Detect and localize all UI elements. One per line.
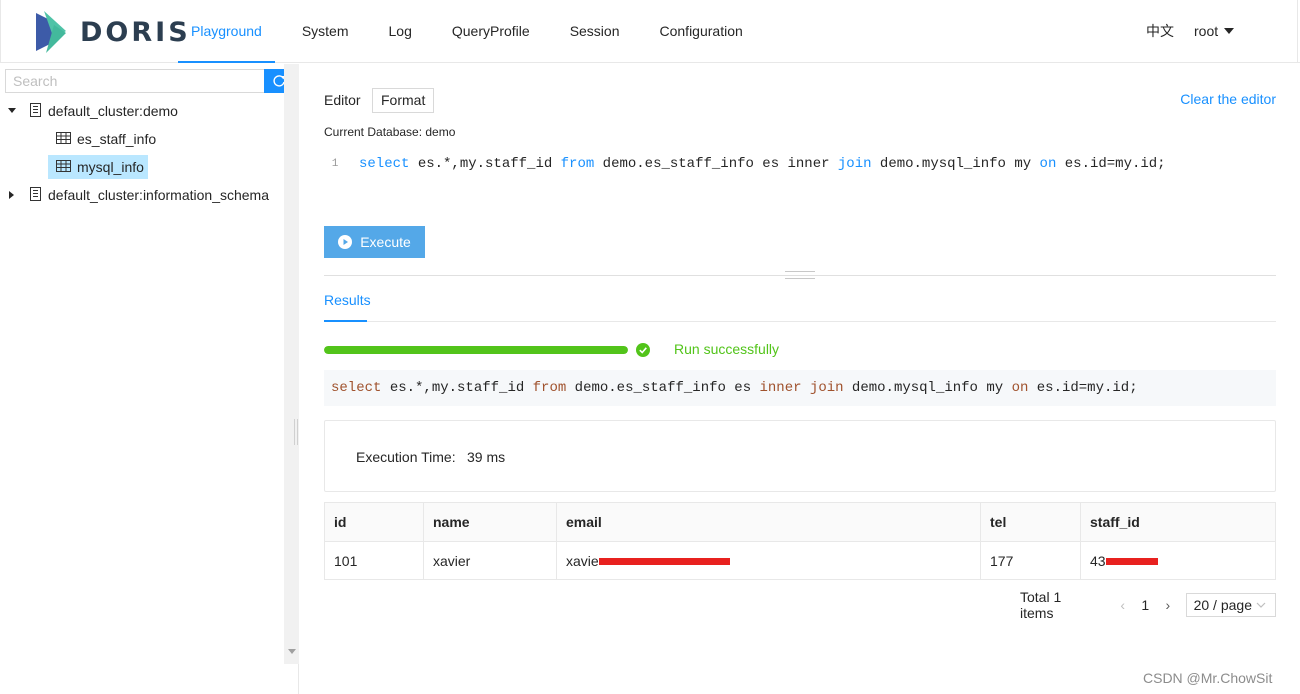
column-header[interactable]: id	[324, 502, 424, 542]
nav-playground[interactable]: Playground	[178, 0, 275, 63]
line-number: 1	[331, 158, 339, 170]
execution-time-value: 39 ms	[467, 449, 506, 465]
redaction-mark	[1105, 558, 1158, 566]
progress-bar	[324, 346, 628, 354]
scroll-down-icon[interactable]	[288, 649, 296, 654]
redaction-mark	[598, 558, 730, 566]
nav-session[interactable]: Session	[557, 0, 633, 63]
nav-system[interactable]: System	[289, 0, 362, 63]
nav-configuration[interactable]: Configuration	[647, 0, 756, 63]
search-input[interactable]	[5, 69, 264, 93]
progress-fill	[324, 346, 628, 354]
pane-splitter-handle[interactable]	[294, 419, 298, 445]
caret-down-icon[interactable]	[7, 97, 17, 125]
cell-staff-id: 43	[1080, 541, 1276, 580]
column-header[interactable]: tel	[980, 502, 1081, 542]
check-circle-icon	[636, 343, 650, 357]
email-visible-text: xavie	[566, 552, 599, 569]
clear-editor-link[interactable]: Clear the editor	[1180, 91, 1276, 107]
editor-label: Editor	[324, 92, 361, 108]
user-name: root	[1194, 23, 1219, 39]
staff-id-visible-text: 43	[1090, 552, 1106, 569]
page-size-select[interactable]: 20 / page	[1185, 593, 1277, 617]
search-bar	[5, 69, 294, 93]
caret-down-icon	[1224, 28, 1235, 34]
header-right-border	[1297, 0, 1298, 62]
tab-results[interactable]: Results	[324, 292, 371, 308]
doris-logo-icon	[36, 11, 66, 53]
sql-editor[interactable]: 1 select es.*,my.staff_id from demo.es_s…	[324, 156, 1166, 172]
cell-email: xavie	[556, 541, 981, 580]
nav-queryprofile[interactable]: QueryProfile	[439, 0, 543, 63]
sidebar: default_cluster:demo es_staff_info mysql…	[0, 64, 299, 694]
table-row: 101 xavier xavie 177 43	[324, 541, 1276, 580]
caret-right-icon[interactable]	[7, 181, 17, 209]
tab-ink-bar	[324, 320, 367, 322]
next-page-icon[interactable]: ›	[1158, 597, 1178, 613]
chevron-down-icon	[1256, 602, 1266, 608]
brand-name: DORIS	[80, 16, 191, 48]
table-icon	[56, 131, 71, 147]
watermark: CSDN @Mr.ChowSit	[1143, 670, 1273, 686]
resize-grip[interactable]	[785, 271, 815, 279]
execution-time-card: Execution Time: 39 ms	[324, 420, 1276, 492]
execution-time-label: Execution Time:	[356, 449, 456, 465]
play-circle-icon	[338, 235, 353, 249]
pagination-total: Total 1 items	[1020, 589, 1062, 621]
cell-tel: 177	[980, 541, 1081, 580]
tree-node-demo[interactable]: default_cluster:demo	[7, 97, 178, 125]
executed-sql: select es.*,my.staff_id from demo.es_sta…	[324, 370, 1276, 406]
sql-code: select es.*,my.staff_id from demo.es_sta…	[359, 156, 1166, 172]
nav-log[interactable]: Log	[376, 0, 425, 63]
main-nav: Playground System Log QueryProfile Sessi…	[178, 0, 770, 63]
doris-logo[interactable]: DORIS	[32, 9, 191, 55]
execute-label: Execute	[360, 234, 411, 250]
top-header: DORIS Playground System Log QueryProfile…	[0, 0, 1300, 63]
tree-node-mysql-info[interactable]: mysql_info	[48, 153, 148, 181]
user-menu[interactable]: root	[1194, 0, 1235, 63]
format-button[interactable]: Format	[372, 88, 435, 113]
prev-page-icon[interactable]: ‹	[1113, 597, 1133, 613]
tree-node-label: default_cluster:demo	[48, 103, 178, 119]
database-icon	[29, 102, 42, 120]
tree-node-label: default_cluster:information_schema	[48, 187, 270, 203]
execute-button[interactable]: Execute	[324, 226, 425, 258]
table-header-row: id name email tel staff_id	[324, 502, 1276, 542]
current-database: Current Database: demo	[324, 125, 456, 139]
column-header[interactable]: name	[423, 502, 557, 542]
tree-node-information-schema[interactable]: default_cluster:information_schema	[7, 181, 269, 209]
column-header[interactable]: staff_id	[1080, 502, 1276, 542]
sidebar-scrollbar[interactable]	[284, 64, 299, 664]
language-switch[interactable]: 中文	[1146, 0, 1174, 63]
tree-node-es-staff-info[interactable]: es_staff_info	[51, 125, 160, 153]
database-icon	[29, 186, 42, 204]
tree-node-label: mysql_info	[77, 159, 144, 175]
results-table: id name email tel staff_id 101 xavier xa…	[324, 502, 1276, 580]
cell-name: xavier	[423, 541, 557, 580]
main-panel: Editor Format Clear the editor Current D…	[324, 64, 1277, 694]
header-left-border	[0, 0, 1, 62]
column-header[interactable]: email	[556, 502, 981, 542]
tabs-bottom-border	[324, 321, 1276, 322]
cell-id: 101	[324, 541, 424, 580]
tree-node-label: es_staff_info	[77, 131, 157, 147]
run-status: Run successfully	[674, 341, 780, 357]
table-icon	[56, 159, 71, 175]
executed-sql-code: select es.*,my.staff_id from demo.es_sta…	[331, 380, 1138, 396]
page-size-value: 20 / page	[1193, 597, 1252, 613]
pagination: Total 1 items ‹ 1 › 20 / page	[1020, 589, 1277, 621]
page-number[interactable]: 1	[1134, 597, 1156, 613]
header-right: 中文 root	[1146, 0, 1235, 63]
